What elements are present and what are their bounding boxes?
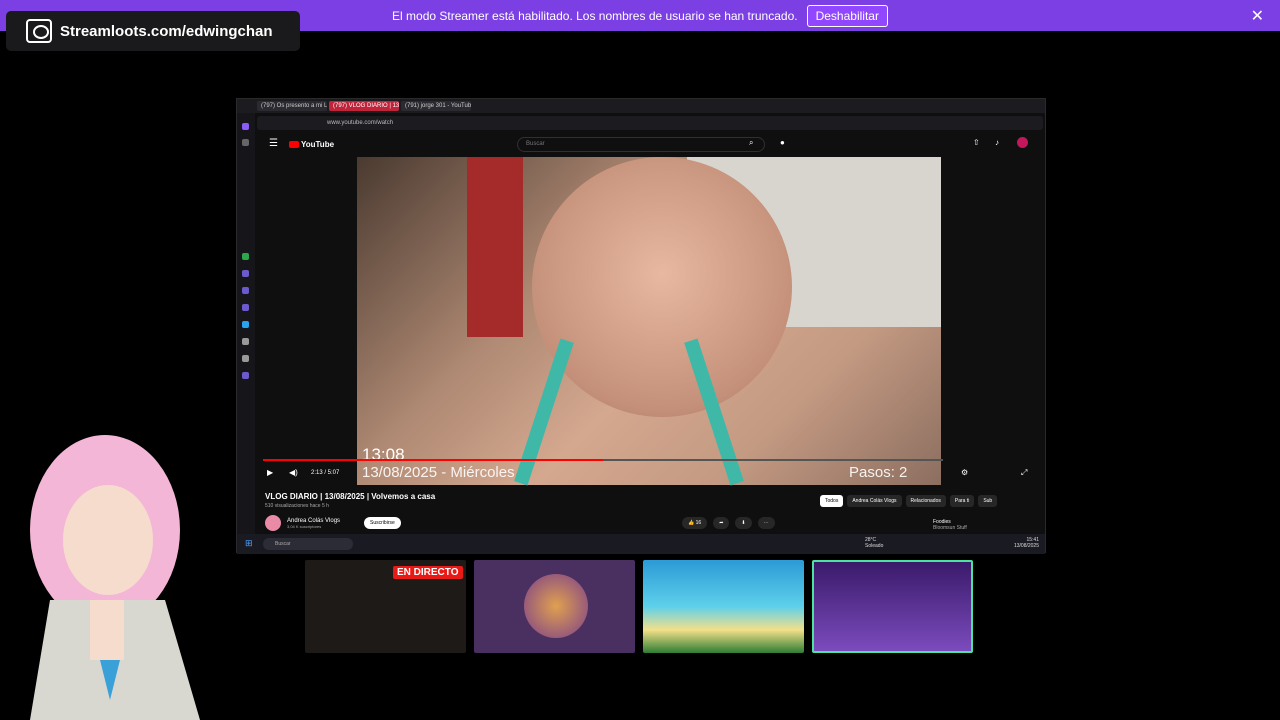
- menu-icon[interactable]: ☰: [269, 138, 278, 149]
- streamloots-badge: Streamloots.com/edwingchan: [6, 11, 300, 51]
- channel-avatar[interactable]: [265, 515, 281, 531]
- chip[interactable]: Para ti: [949, 495, 975, 507]
- overlay-time: 13:08: [362, 445, 405, 464]
- telegram-icon[interactable]: [242, 321, 249, 328]
- video-frame-person: [532, 157, 792, 417]
- video-player[interactable]: [357, 157, 941, 486]
- bell-icon[interactable]: ♪: [995, 138, 999, 147]
- chip[interactable]: Sub: [978, 495, 998, 507]
- volume-icon[interactable]: ◀): [289, 468, 298, 477]
- windows-taskbar: ⊞ Buscar 28°C Soleado 15:41 13/08/2025: [237, 534, 1045, 554]
- youtube-logo[interactable]: YouTube: [289, 140, 334, 149]
- live-badge: EN DIRECTO: [393, 566, 463, 579]
- app-icon[interactable]: [242, 253, 249, 260]
- browser-tab-active[interactable]: (797) VLOG DIARIO | 13/...: [329, 101, 399, 111]
- play-icon[interactable]: ▶: [267, 468, 273, 477]
- browser-tab[interactable]: (791) jorge 301 - YouTube: [401, 101, 471, 111]
- related-channel: Bloomsun Stuff: [933, 525, 967, 531]
- taskbar-search[interactable]: Buscar: [263, 538, 353, 550]
- action-bar: 👍 16 ➦ ⬇ ⋯: [682, 517, 775, 529]
- upload-icon[interactable]: ⇧: [973, 138, 980, 147]
- app-icon[interactable]: [242, 304, 249, 311]
- share-icon[interactable]: ➦: [713, 517, 730, 529]
- download-icon[interactable]: ⬇: [735, 517, 752, 529]
- video-meta: 510 visualizaciones hace 5 h: [265, 503, 329, 509]
- taskbar-clock[interactable]: 15:41 13/08/2025: [1014, 537, 1039, 549]
- related-video[interactable]: Foodies Bloomsun Stuff: [933, 519, 967, 531]
- subscribe-button[interactable]: Suscribirse: [364, 517, 401, 529]
- close-icon[interactable]: ✕: [1251, 6, 1264, 26]
- tiktok-icon[interactable]: [242, 338, 249, 345]
- chip[interactable]: Todos: [820, 495, 844, 507]
- browser-sidebar: [237, 113, 255, 554]
- browser-tab[interactable]: (797) Os presento a mi L...: [257, 101, 327, 111]
- search-icon[interactable]: ⌕: [749, 138, 753, 148]
- avatar[interactable]: [1017, 137, 1028, 148]
- subscriber-count: 3,04 K suscriptores: [287, 523, 322, 529]
- scene-thumbnail[interactable]: [643, 560, 804, 653]
- windows-icon[interactable]: ⊞: [245, 538, 253, 549]
- scene-thumbnails: EN DIRECTO: [305, 560, 973, 654]
- vtuber-avatar: [30, 435, 200, 720]
- channel-info: Andrea Colás Vlogs 3,04 K suscriptores S…: [265, 515, 401, 531]
- search-input[interactable]: Buscar: [517, 137, 765, 152]
- fullscreen-icon[interactable]: ⤢: [1021, 468, 1027, 478]
- progress-bar[interactable]: [263, 459, 943, 461]
- video-title: VLOG DIARIO | 13/08/2025 | Volvemos a ca…: [265, 492, 436, 501]
- scene-thumbnail-active[interactable]: [812, 560, 973, 653]
- disable-button[interactable]: Deshabilitar: [806, 4, 888, 27]
- browser-window: (797) Os presento a mi L... (797) VLOG D…: [236, 98, 1046, 554]
- app-icon[interactable]: [242, 287, 249, 294]
- scene-thumbnail[interactable]: EN DIRECTO: [305, 560, 466, 653]
- youtube-header: ☰ YouTube Buscar ⌕ ● ⇧ ♪: [257, 133, 1043, 155]
- player-controls: ▶ ◀) 2:13 / 5:07 ⚙ ⤢: [257, 465, 1043, 481]
- settings-icon[interactable]: ⚙: [961, 468, 968, 477]
- banner-text: El modo Streamer está habilitado. Los no…: [392, 8, 798, 23]
- streamloots-label: Streamloots.com/edwingchan: [60, 22, 273, 40]
- star-icon[interactable]: [242, 139, 249, 146]
- scene-thumbnail[interactable]: [474, 560, 635, 653]
- mic-icon[interactable]: ●: [780, 138, 785, 147]
- app-icon[interactable]: [242, 270, 249, 277]
- tab-bar: (797) Os presento a mi L... (797) VLOG D…: [237, 99, 1045, 113]
- home-icon[interactable]: [242, 123, 249, 130]
- more-icon[interactable]: ⋯: [757, 517, 775, 529]
- address-bar[interactable]: www.youtube.com/watch: [257, 116, 1043, 130]
- like-button[interactable]: 👍 16: [682, 517, 708, 529]
- camera-icon: [26, 19, 52, 43]
- chip[interactable]: Relacionados: [905, 495, 946, 507]
- time-display: 2:13 / 5:07: [311, 470, 340, 476]
- weather-widget[interactable]: 28°C Soleado: [865, 537, 883, 549]
- app-icon[interactable]: [242, 355, 249, 362]
- channel-name[interactable]: Andrea Colás Vlogs: [287, 518, 340, 524]
- app-icon[interactable]: [242, 372, 249, 379]
- related-chips: Todos Andrea Colás Vlogs Relacionados Pa…: [820, 495, 1001, 507]
- chip[interactable]: Andrea Colás Vlogs: [847, 495, 902, 507]
